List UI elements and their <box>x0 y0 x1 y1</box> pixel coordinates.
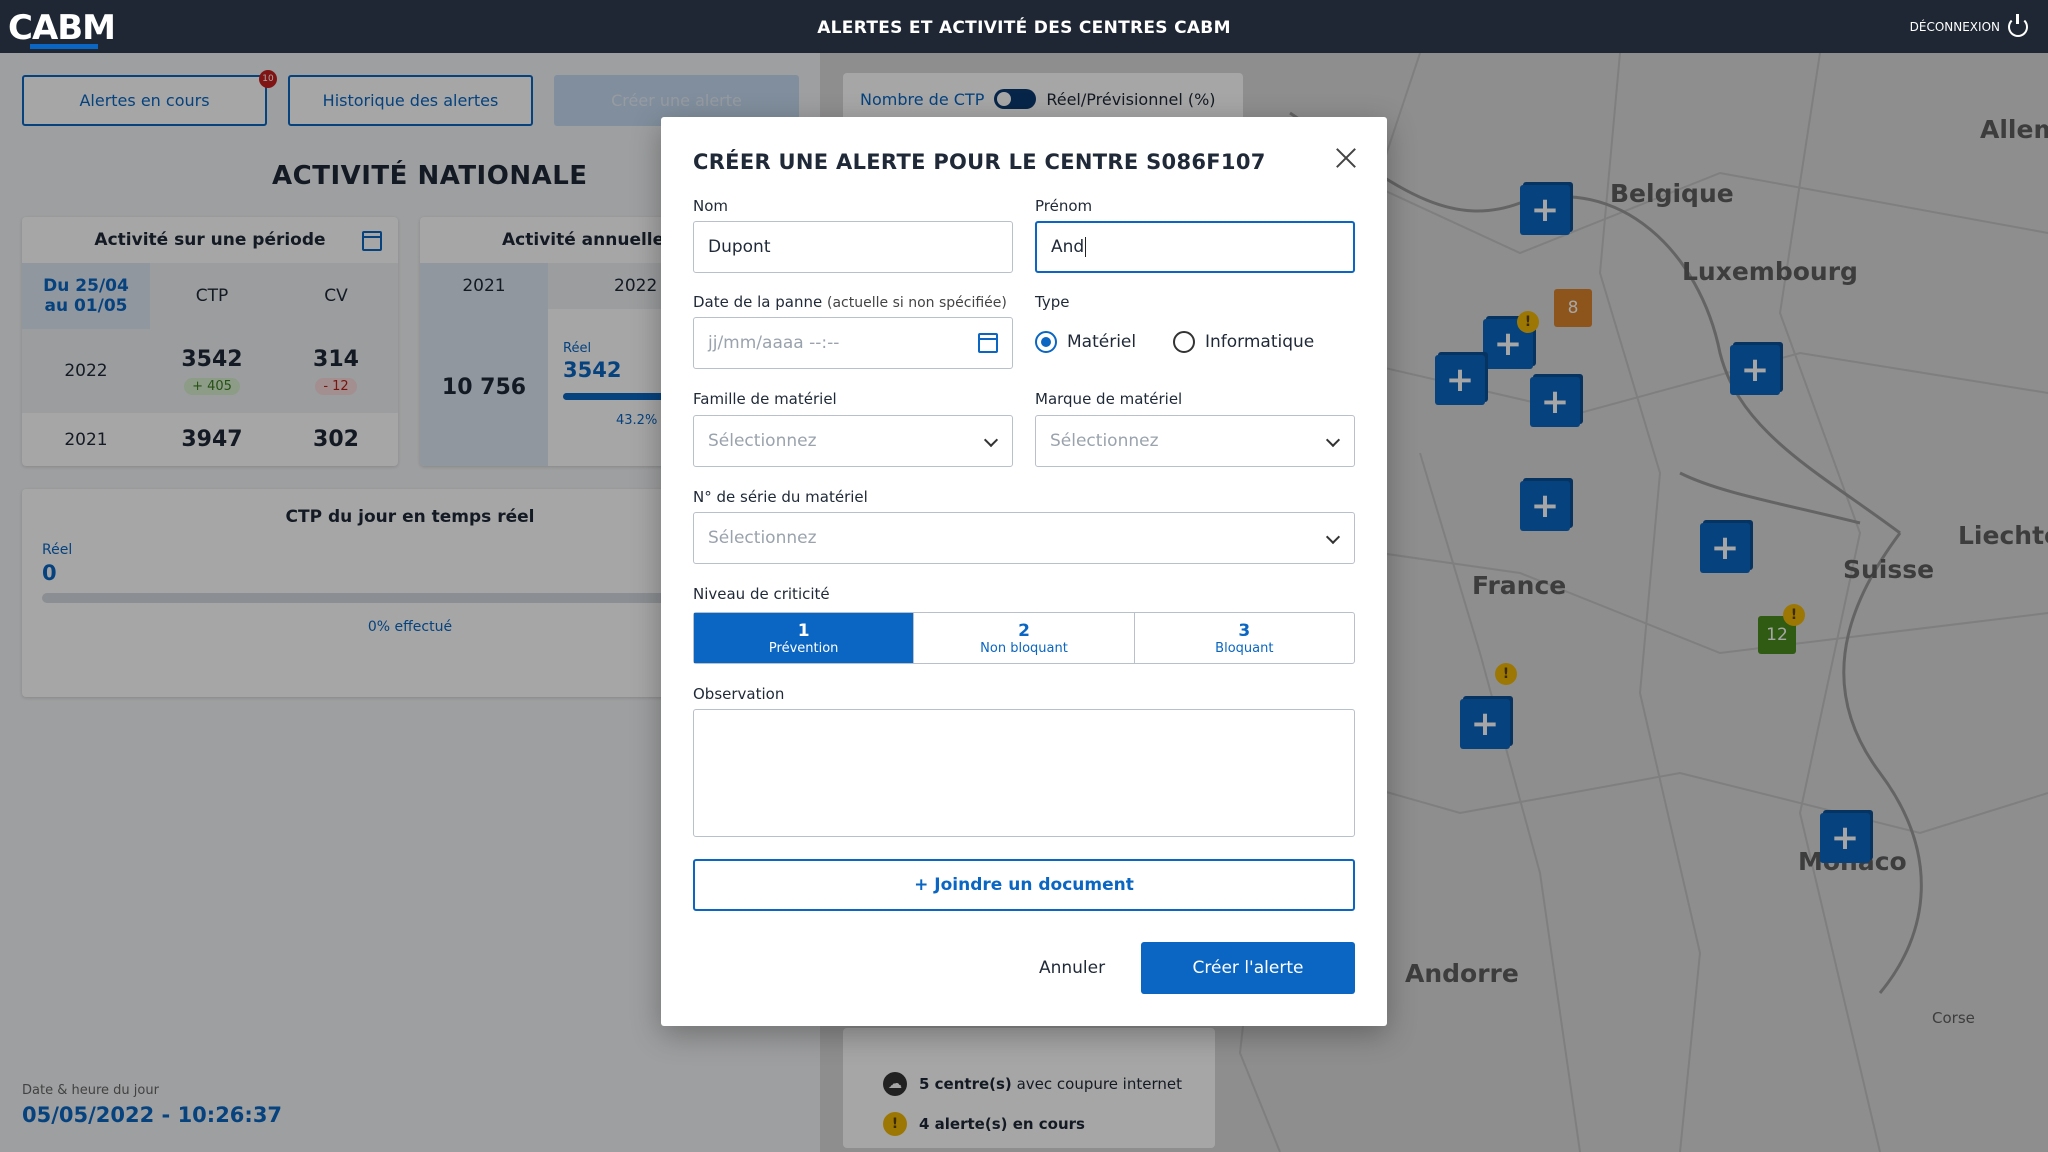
type-option-label: Informatique <box>1205 332 1315 352</box>
criticite-option-2[interactable]: 2 Non bloquant <box>914 613 1135 663</box>
nom-input[interactable]: Dupont <box>693 221 1013 273</box>
power-icon <box>2008 14 2028 37</box>
date-label: Date de la panne (actuelle si non spécif… <box>693 293 1007 311</box>
radio-selected-icon <box>1035 331 1057 353</box>
attach-document-label: + Joindre un document <box>914 875 1134 895</box>
marque-select[interactable]: Sélectionnez <box>1035 415 1355 467</box>
marque-label: Marque de matériel <box>1035 390 1183 408</box>
criticite-text: Prévention <box>768 640 839 656</box>
modal-title: CRÉER UNE ALERTE POUR LE CENTRE S086F107 <box>693 150 1266 174</box>
type-radio-informatique[interactable]: Informatique <box>1173 331 1314 353</box>
observation-textarea[interactable] <box>693 709 1355 837</box>
marque-placeholder: Sélectionnez <box>1050 431 1159 451</box>
criticite-text: Non bloquant <box>980 640 1068 656</box>
chevron-down-icon <box>1325 432 1341 448</box>
criticite-num: 2 <box>1018 620 1030 641</box>
criticite-label: Niveau de criticité <box>693 585 830 603</box>
date-label-text: Date de la panne <box>693 293 823 311</box>
cancel-label: Annuler <box>1038 958 1106 978</box>
criticite-text: Bloquant <box>1215 640 1274 656</box>
criticite-option-3[interactable]: 3 Bloquant <box>1135 613 1354 663</box>
nom-value: Dupont <box>708 237 771 257</box>
create-alert-modal: CRÉER UNE ALERTE POUR LE CENTRE S086F107… <box>661 117 1387 1026</box>
famille-select[interactable]: Sélectionnez <box>693 415 1013 467</box>
famille-label: Famille de matériel <box>693 390 837 408</box>
date-input[interactable]: jj/mm/aaaa --:-- <box>693 317 1013 369</box>
logout-label: DÉCONNEXION <box>1909 20 2000 34</box>
logo-underline <box>30 44 98 49</box>
logout-button[interactable]: DÉCONNEXION <box>1909 14 2028 37</box>
radio-unselected-icon <box>1173 331 1195 353</box>
criticite-num: 1 <box>797 620 810 641</box>
prenom-input[interactable]: And <box>1035 221 1355 273</box>
date-placeholder: jj/mm/aaaa --:-- <box>708 333 840 353</box>
app-title: ALERTES ET ACTIVITÉ DES CENTRES CABM <box>817 18 1231 38</box>
serie-placeholder: Sélectionnez <box>708 528 817 548</box>
top-bar: CABM ALERTES ET ACTIVITÉ DES CENTRES CAB… <box>0 0 2048 53</box>
criticite-num: 3 <box>1238 620 1251 641</box>
chevron-down-icon <box>983 432 999 448</box>
serie-label: N° de série du matériel <box>693 488 868 506</box>
nom-label: Nom <box>693 197 729 215</box>
submit-label: Créer l'alerte <box>1192 958 1304 978</box>
create-alert-submit-button[interactable]: Créer l'alerte <box>1141 942 1355 994</box>
cancel-button[interactable]: Annuler <box>1017 942 1127 994</box>
type-label: Type <box>1035 293 1070 311</box>
criticite-selector: 1 Prévention 2 Non bloquant 3 Bloquant <box>693 612 1355 664</box>
criticite-option-1[interactable]: 1 Prévention <box>694 613 915 663</box>
chevron-down-icon <box>1325 529 1341 545</box>
prenom-label: Prénom <box>1035 197 1093 215</box>
date-hint: (actuelle si non spécifiée) <box>827 295 1007 311</box>
calendar-icon[interactable] <box>978 333 998 353</box>
type-option-label: Matériel <box>1067 332 1137 352</box>
attach-document-button[interactable]: + Joindre un document <box>693 859 1355 911</box>
serie-select[interactable]: Sélectionnez <box>693 512 1355 564</box>
text-caret <box>1085 237 1087 257</box>
observation-label: Observation <box>693 685 785 703</box>
close-icon[interactable] <box>1333 145 1359 171</box>
famille-placeholder: Sélectionnez <box>708 431 817 451</box>
type-radio-materiel[interactable]: Matériel <box>1035 331 1136 353</box>
prenom-value: And <box>1051 237 1085 257</box>
